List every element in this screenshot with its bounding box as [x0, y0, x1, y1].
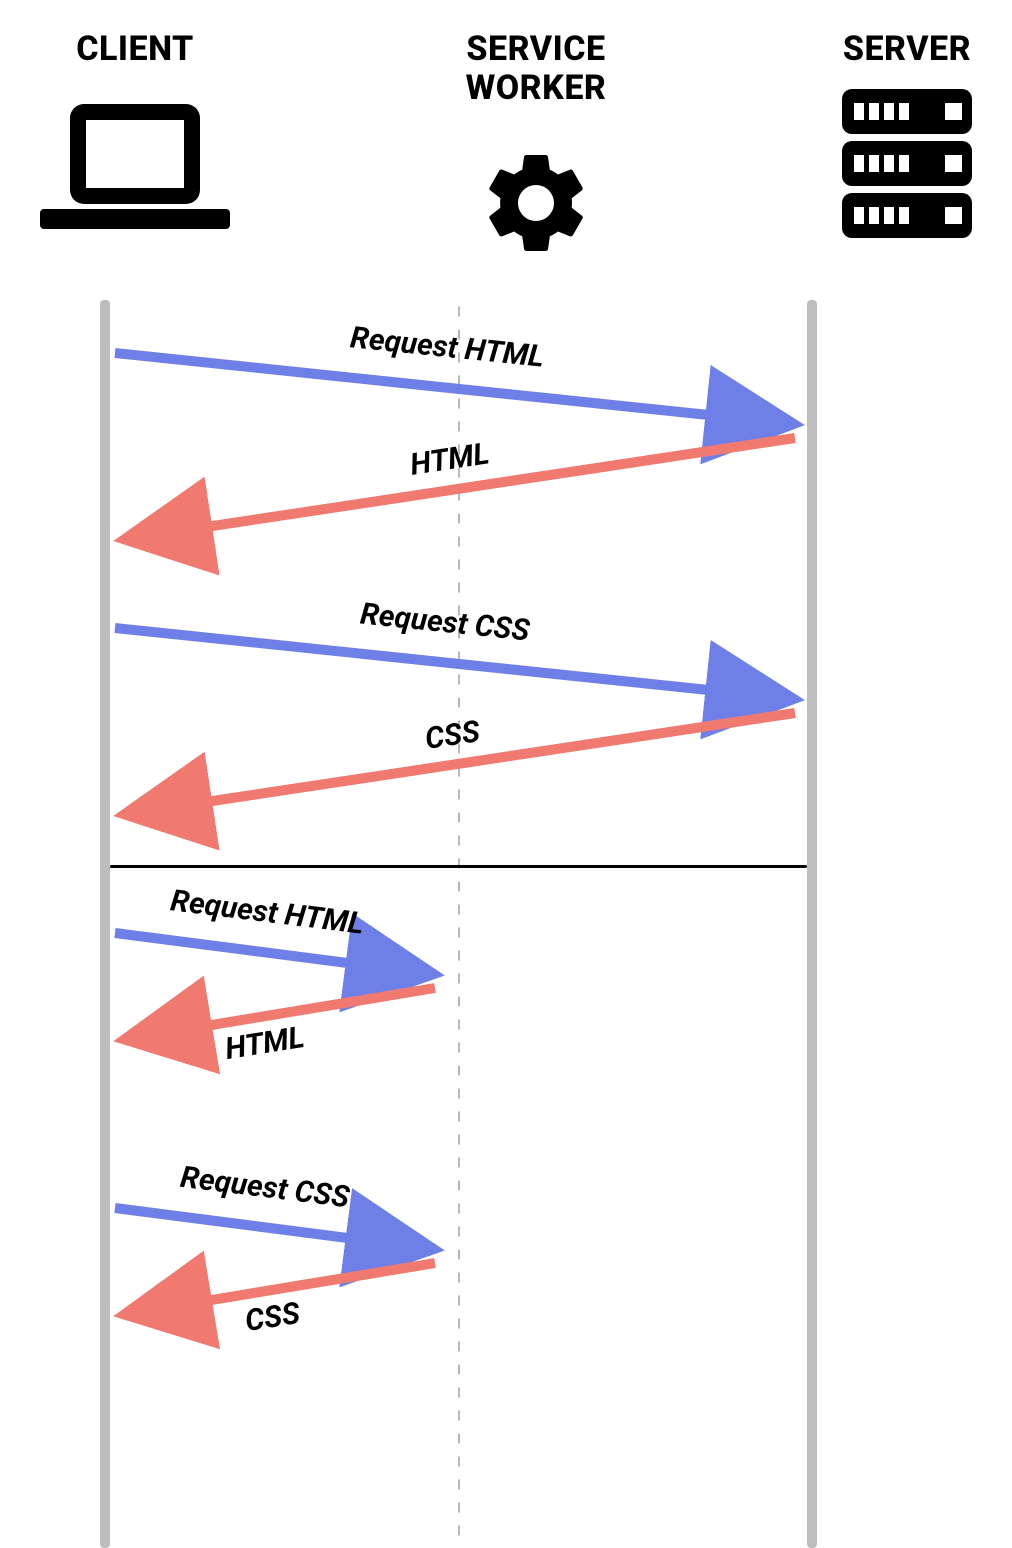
diagram-header: CLIENT SERVICE WORKER SERVER	[0, 0, 1012, 268]
server-lifeline	[807, 300, 817, 1548]
arrow-request-html-2	[115, 925, 445, 985]
laptop-icon	[40, 99, 230, 229]
gear-icon	[476, 138, 596, 268]
arrow-request-css-2	[115, 1200, 445, 1260]
server-column-header: SERVER	[842, 30, 972, 229]
service-worker-title: SERVICE WORKER	[466, 30, 607, 108]
client-column-header: CLIENT	[40, 30, 230, 229]
sw-title-line-1: SERVICE	[466, 29, 605, 69]
label-response-css-2: CSS	[243, 1296, 303, 1339]
section-divider	[110, 865, 807, 868]
server-icon	[842, 99, 972, 229]
server-title: SERVER	[843, 30, 971, 69]
sequence-diagram: Request HTML HTML Request CSS CSS Reques…	[100, 300, 817, 1548]
sw-title-line-2: WORKER	[466, 68, 607, 108]
client-title: CLIENT	[76, 30, 194, 69]
service-worker-column-header: SERVICE WORKER	[466, 30, 607, 268]
client-lifeline	[100, 300, 110, 1548]
